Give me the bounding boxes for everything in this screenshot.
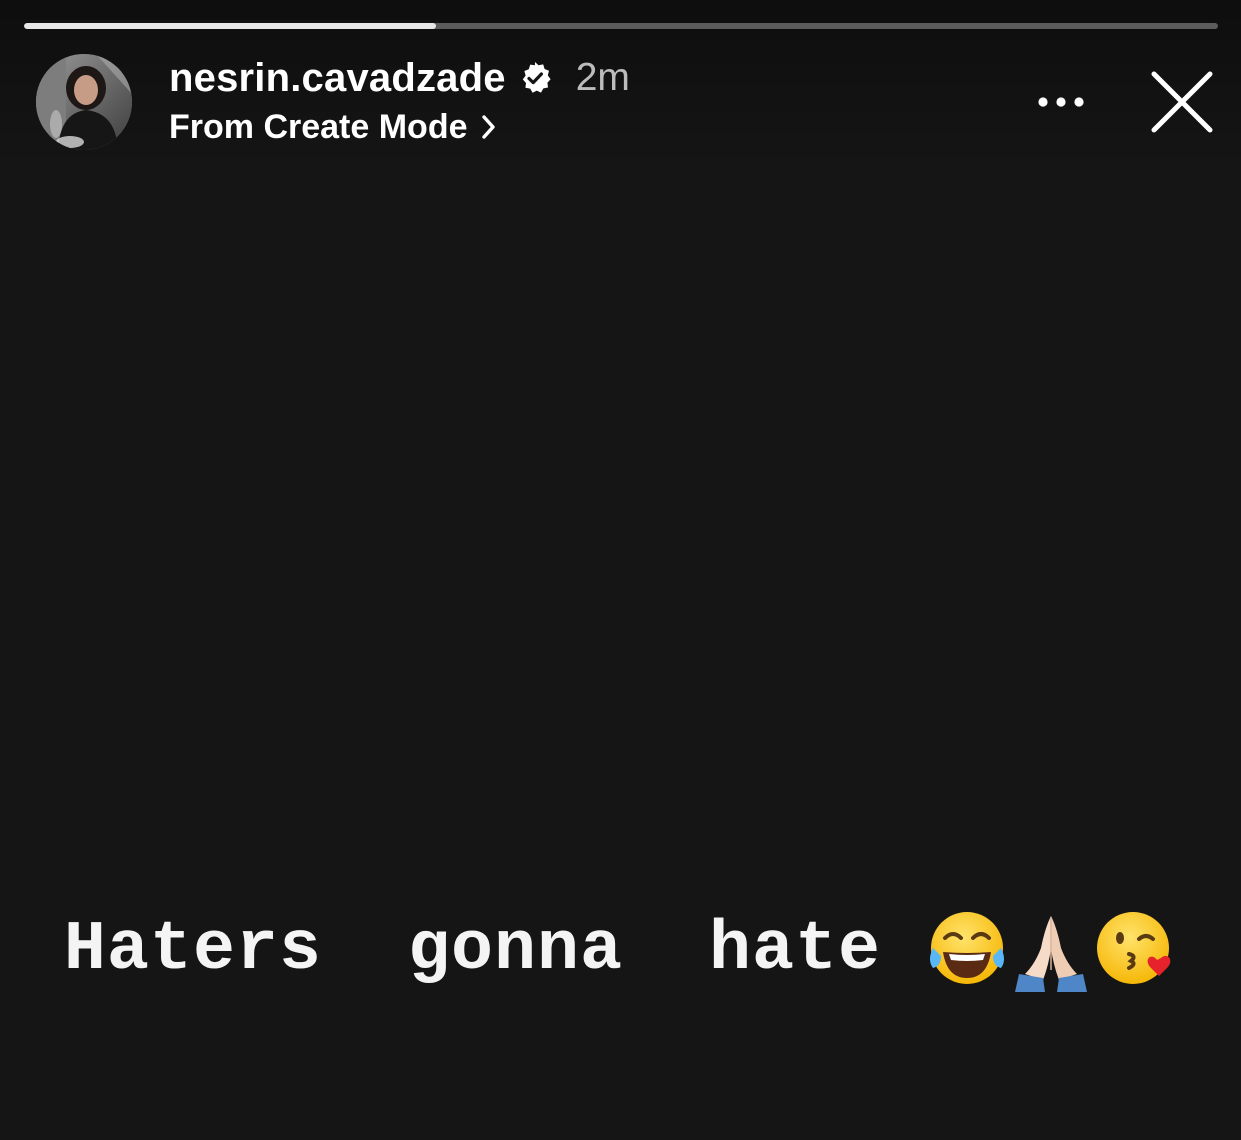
story-viewer[interactable]: nesrin.cavadzade 2m From Create Mode Hat… (0, 0, 1241, 1140)
story-progress-bar (24, 23, 1218, 29)
chevron-right-icon (481, 115, 495, 139)
story-progress-fill (24, 23, 436, 29)
verified-badge-icon (518, 61, 552, 95)
story-time-ago: 2m (575, 56, 630, 99)
more-options-button[interactable] (1030, 82, 1092, 122)
create-mode-label: From Create Mode (169, 107, 468, 146)
caption-text: Haters gonna hate (63, 910, 882, 990)
create-mode-link[interactable]: From Create Mode (169, 104, 498, 150)
folded-hands-emoji (1015, 916, 1088, 992)
profile-avatar[interactable] (36, 54, 132, 150)
username[interactable]: nesrin.cavadzade (169, 56, 506, 101)
tears-of-joy-emoji (930, 912, 1005, 984)
story-caption: Haters gonna hate (0, 895, 1241, 1005)
story-header-user: nesrin.cavadzade 2m (169, 52, 630, 104)
caption-emojis (925, 908, 1177, 992)
close-button[interactable] (1146, 66, 1218, 138)
face-blowing-kiss-emoji (1097, 912, 1171, 984)
avatar-photo (36, 54, 132, 150)
close-icon (1151, 71, 1213, 133)
more-options-icon (1038, 97, 1084, 107)
